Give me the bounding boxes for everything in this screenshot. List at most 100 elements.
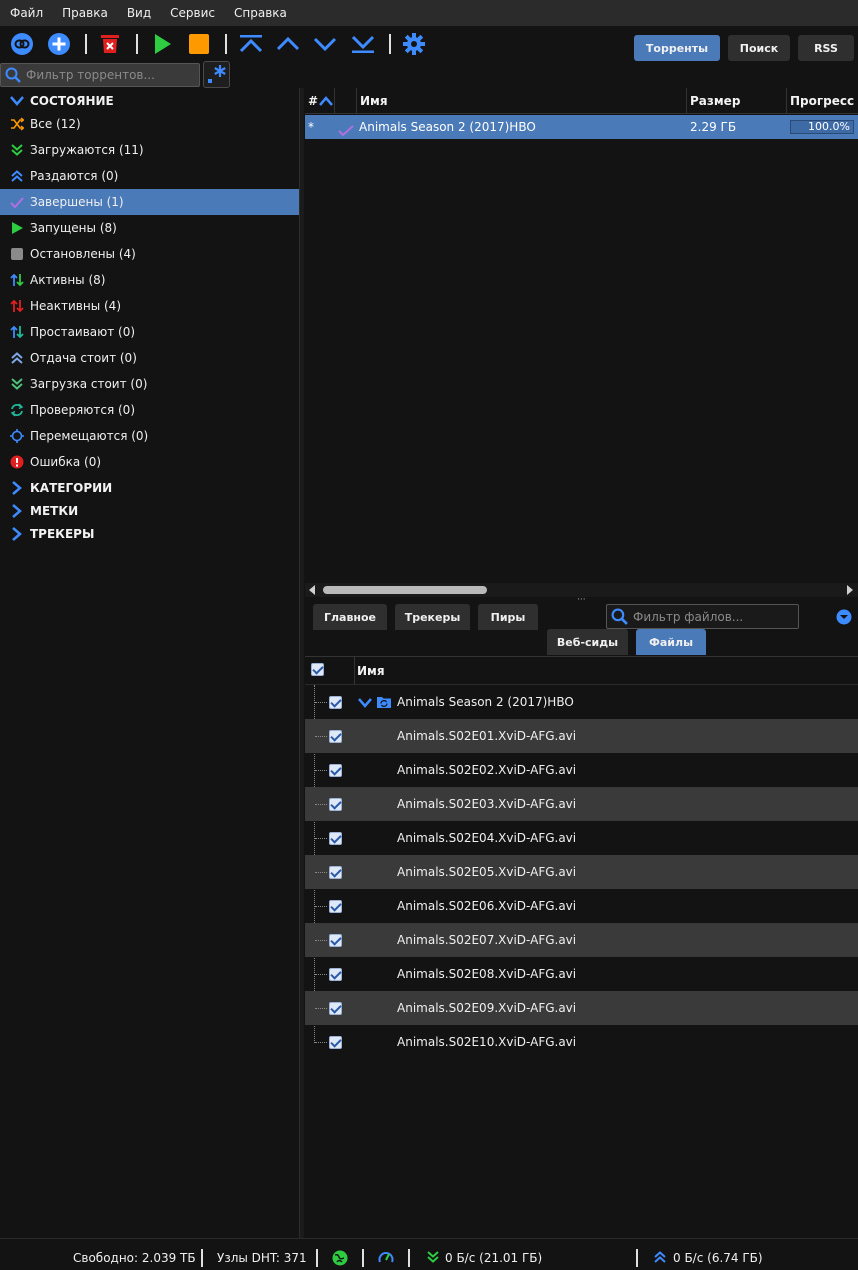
column-num[interactable]: # — [305, 88, 335, 114]
file-row[interactable]: Animals.S02E10.XviD-AFG.avi — [305, 1025, 858, 1059]
file-checkbox[interactable] — [329, 968, 342, 981]
connection-status-icon[interactable] — [332, 1250, 348, 1266]
scrollbar-thumb[interactable] — [323, 586, 487, 594]
file-checkbox[interactable] — [329, 1036, 342, 1049]
column-status-icon[interactable] — [335, 88, 357, 114]
sidebar-item-label: Ошибка (0) — [30, 455, 102, 469]
sidebar-item-moving[interactable]: Перемещаются (0) — [0, 423, 299, 449]
file-checkbox[interactable] — [329, 934, 342, 947]
tab-general[interactable]: Главное — [313, 604, 387, 630]
file-checkbox[interactable] — [329, 798, 342, 811]
regex-toggle-button[interactable] — [203, 61, 230, 88]
folder-row[interactable]: Animals Season 2 (2017)HBO — [305, 685, 858, 719]
file-row[interactable]: Animals.S02E08.XviD-AFG.avi — [305, 957, 858, 991]
file-name: Animals.S02E06.XviD-AFG.avi — [397, 899, 577, 913]
column-progress[interactable]: Прогресс — [787, 88, 858, 114]
sidebar-item-stalled-downloading[interactable]: Загрузка стоит (0) — [0, 371, 299, 397]
trackers-header[interactable]: ТРЕКЕРЫ — [10, 523, 94, 545]
resize-handle[interactable]: ··· — [577, 596, 587, 605]
file-filter-input[interactable]: Фильтр файлов... — [606, 604, 799, 629]
trackers-label: ТРЕКЕРЫ — [30, 527, 95, 541]
file-checkbox[interactable] — [329, 832, 342, 845]
stop-button[interactable] — [186, 31, 212, 57]
add-torrent-button[interactable] — [46, 31, 72, 57]
row-name: Animals Season 2 (2017)HBO — [359, 120, 536, 134]
progress-label: 100.0% — [808, 120, 850, 133]
header-divider — [354, 657, 355, 685]
file-checkbox[interactable] — [329, 764, 342, 777]
tab-trackers[interactable]: Трекеры — [395, 604, 470, 630]
file-row[interactable]: Animals.S02E02.XviD-AFG.avi — [305, 753, 858, 787]
sidebar-item-stalled[interactable]: Простаивают (0) — [0, 319, 299, 345]
sidebar-item-active[interactable]: Активны (8) — [0, 267, 299, 293]
menu-help[interactable]: Справка — [226, 0, 295, 26]
file-row[interactable]: Animals.S02E01.XviD-AFG.avi — [305, 719, 858, 753]
chevron-right-icon — [12, 527, 22, 541]
state-header[interactable]: СОСТОЯНИЕ — [10, 90, 114, 112]
file-checkbox[interactable] — [329, 900, 342, 913]
start-button[interactable] — [149, 31, 175, 57]
move-bottom-button[interactable] — [350, 31, 376, 57]
column-size[interactable]: Размер — [687, 88, 787, 114]
panel-splitter[interactable] — [300, 88, 304, 1238]
tab-search[interactable]: Поиск — [728, 35, 790, 61]
file-row[interactable]: Animals.S02E04.XviD-AFG.avi — [305, 821, 858, 855]
sidebar-item-error[interactable]: Ошибка (0) — [0, 449, 299, 475]
tab-torrents[interactable]: Торренты — [634, 35, 720, 61]
tab-peers[interactable]: Пиры — [478, 604, 538, 630]
categories-header[interactable]: КАТЕГОРИИ — [10, 477, 112, 499]
file-row[interactable]: Animals.S02E06.XviD-AFG.avi — [305, 889, 858, 923]
chevron-down-icon[interactable] — [358, 697, 372, 709]
folder-checkbox[interactable] — [329, 696, 342, 709]
tab-webseeds[interactable]: Веб-сиды — [547, 629, 628, 655]
file-row[interactable]: Animals.S02E09.XviD-AFG.avi — [305, 991, 858, 1025]
file-checkbox[interactable] — [329, 866, 342, 879]
crosshair-icon — [10, 429, 24, 443]
menu-tools[interactable]: Сервис — [162, 0, 223, 26]
file-row[interactable]: Animals.S02E03.XviD-AFG.avi — [305, 787, 858, 821]
sidebar-item-label: Загружаются (11) — [30, 143, 144, 157]
menu-edit[interactable]: Правка — [54, 0, 116, 26]
sidebar-item-all[interactable]: Все (12) — [0, 111, 299, 137]
move-top-button[interactable] — [238, 31, 264, 57]
row-size: 2.29 ГБ — [690, 120, 737, 134]
table-row[interactable]: * Animals Season 2 (2017)HBO 2.29 ГБ 100… — [305, 115, 858, 139]
options-button[interactable] — [401, 31, 427, 57]
sidebar-item-seeding[interactable]: Раздаются (0) — [0, 163, 299, 189]
tab-rss[interactable]: RSS — [798, 35, 854, 61]
column-name[interactable]: Имя — [357, 88, 687, 114]
tab-files[interactable]: Файлы — [636, 629, 706, 655]
menu-view[interactable]: Вид — [119, 0, 159, 26]
file-name: Animals.S02E01.XviD-AFG.avi — [397, 729, 577, 743]
file-row[interactable]: Animals.S02E07.XviD-AFG.avi — [305, 923, 858, 957]
add-torrent-link-button[interactable] — [9, 31, 35, 57]
move-up-button[interactable] — [275, 31, 301, 57]
sidebar-item-inactive[interactable]: Неактивны (4) — [0, 293, 299, 319]
sidebar-item-stalled-uploading[interactable]: Отдача стоит (0) — [0, 345, 299, 371]
tags-header[interactable]: МЕТКИ — [10, 500, 78, 522]
sidebar-item-stopped[interactable]: Остановлены (4) — [0, 241, 299, 267]
sidebar-item-completed[interactable]: Завершены (1) — [0, 189, 299, 215]
collapse-details-button[interactable] — [836, 609, 852, 628]
sidebar-item-label: Остановлены (4) — [30, 247, 136, 261]
delete-torrent-button[interactable] — [97, 31, 123, 57]
sidebar-item-checking[interactable]: Проверяются (0) — [0, 397, 299, 423]
file-checkbox[interactable] — [329, 730, 342, 743]
speed-limit-icon[interactable] — [378, 1250, 394, 1266]
files-column-name[interactable]: Имя — [357, 657, 385, 685]
move-down-button[interactable] — [312, 31, 338, 57]
torrent-filter-input[interactable]: Фильтр торрентов... — [0, 63, 200, 87]
tags-label: МЕТКИ — [30, 504, 79, 518]
toolbar-separator — [85, 34, 87, 54]
file-row[interactable]: Animals.S02E05.XviD-AFG.avi — [305, 855, 858, 889]
sidebar-item-downloading[interactable]: Загружаются (11) — [0, 137, 299, 163]
select-all-checkbox[interactable] — [311, 663, 324, 676]
sidebar-item-running[interactable]: Запущены (8) — [0, 215, 299, 241]
free-space: Свободно: 2.039 ТБ — [73, 1251, 196, 1265]
menu-file[interactable]: Файл — [2, 0, 51, 26]
tree-branch — [315, 736, 327, 737]
file-name: Animals.S02E07.XviD-AFG.avi — [397, 933, 577, 947]
row-num: * — [308, 120, 314, 134]
file-checkbox[interactable] — [329, 1002, 342, 1015]
menu-bar: Файл Правка Вид Сервис Справка — [0, 0, 858, 26]
